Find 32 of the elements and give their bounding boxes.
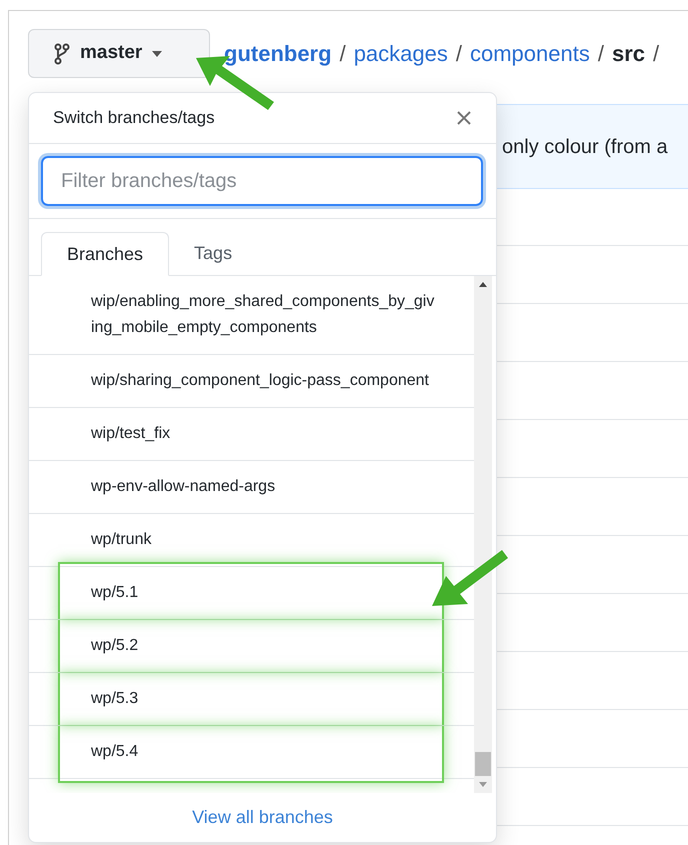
repo-link[interactable]: gutenberg [224,37,332,70]
path-separator: / [653,40,660,68]
branch-item[interactable]: wip/sharing_component_logic-pass_component [91,368,436,394]
scroll-thumb[interactable] [475,752,491,776]
view-all-branches-link[interactable]: View all branches [192,804,333,831]
caret-icon [152,50,162,56]
path-separator: / [598,40,604,68]
dropdown-title: Switch branches/tags [53,107,215,130]
current-folder: src [612,40,646,68]
close-icon[interactable] [456,110,472,126]
branch-item[interactable]: wp-env-allow-named-args [91,474,436,500]
branch-button[interactable]: master [28,29,210,78]
breadcrumb-link[interactable]: packages [354,37,448,70]
path-separator: / [340,40,346,68]
branch-item[interactable]: wip/test_fix [91,421,436,447]
tab[interactable]: Branches [41,232,170,276]
branch-item[interactable]: wp/5.3 [91,686,436,712]
scroll-down-icon[interactable] [479,782,487,787]
branch-item[interactable]: wp/5.4 [91,739,436,765]
banner-text: only colour (from a [502,134,668,160]
breadcrumb-link[interactable]: components [470,37,590,70]
scrollbar[interactable] [474,276,492,793]
path-separator: / [456,40,462,68]
branch-icon [54,42,70,64]
branch-item[interactable]: wp/5.1 [91,580,436,606]
filter-field[interactable]: Filter branches/tags [41,156,483,206]
branch-item[interactable]: wp/trunk [91,527,436,553]
tab[interactable]: Tags [169,231,258,275]
scroll-up-icon[interactable] [479,282,487,287]
branch-item[interactable]: wip/enabling_more_shared_components_by_giving_mobile_empty_components [91,289,436,341]
arrow-icon [432,550,508,608]
branch-item[interactable]: wp/5.2 [91,633,436,659]
